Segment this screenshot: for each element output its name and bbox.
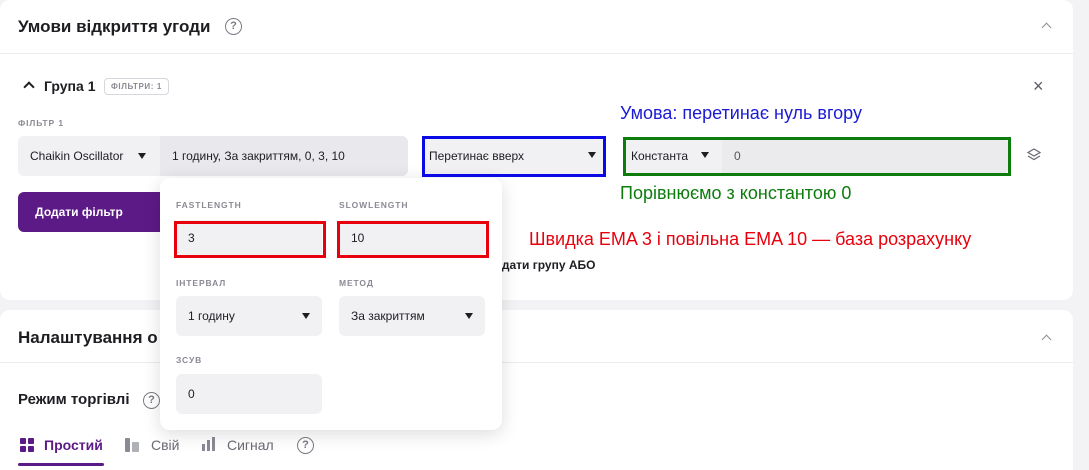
highlight-box-constant [623, 137, 1011, 176]
group-collapse-chevron-icon[interactable] [23, 81, 35, 93]
indicator-select[interactable]: Chaikin Oscillator [18, 136, 160, 176]
tab-simple[interactable]: Простий [44, 437, 103, 453]
shift-label: ЗСУВ [176, 355, 203, 365]
help-icon[interactable]: ? [225, 18, 242, 35]
signal-bars-icon [202, 437, 215, 451]
indicator-params-field[interactable]: 1 годину, За закриттям, 0, 3, 10 [160, 136, 408, 176]
help-icon[interactable]: ? [143, 392, 160, 409]
annotation-ema: Швидка EMA 3 і повільна EMA 10 — база ро… [529, 229, 972, 249]
annotation-constant: Порівнюємо з константою 0 [620, 183, 852, 203]
interval-label: ІНТЕРВАЛ [176, 278, 227, 288]
annotation-condition: Умова: перетинає нуль вгору [620, 103, 862, 123]
section-title-entry-conditions: Умови відкриття угоди [18, 17, 211, 36]
tab-custom[interactable]: Свій [151, 437, 179, 453]
method-select[interactable]: За закриттям [339, 296, 485, 336]
method-value: За закриттям [351, 309, 425, 323]
group-title: Група 1 [44, 78, 96, 94]
help-icon[interactable]: ? [297, 437, 314, 454]
custom-mode-icon [125, 438, 139, 452]
grid-icon [20, 438, 34, 452]
dropdown-arrow-icon [465, 313, 473, 319]
active-tab-indicator [18, 463, 104, 466]
filters-count-badge: ФІЛЬТРИ: 1 [104, 78, 169, 95]
dropdown-arrow-icon [302, 313, 310, 319]
indicator-value: Chaikin Oscillator [30, 149, 124, 163]
interval-value: 1 годину [188, 309, 235, 323]
params-summary: 1 годину, За закриттям, 0, 3, 10 [172, 149, 345, 163]
collapse-chevron-icon[interactable] [1041, 22, 1052, 33]
shift-input[interactable]: 0 [176, 374, 322, 414]
fastlength-label: FASTLENGTH [176, 200, 242, 210]
tab-signal[interactable]: Сигнал [227, 437, 274, 453]
highlight-box-fastlength [174, 221, 326, 258]
close-group-icon[interactable]: × [1033, 77, 1044, 95]
highlight-box-slowlength [337, 221, 489, 258]
dropdown-arrow-icon [138, 153, 146, 159]
add-filter-extra-button[interactable] [140, 192, 162, 232]
filter-label: ФІЛЬТР 1 [18, 118, 64, 128]
shift-value: 0 [188, 387, 195, 401]
layers-icon[interactable] [1027, 148, 1041, 162]
add-filter-button[interactable]: Додати фільтр [18, 192, 140, 232]
slowlength-label: SLOWLENGTH [339, 200, 409, 210]
trading-mode-title: Режим торгівлі [18, 391, 130, 408]
collapse-chevron-icon[interactable] [1041, 334, 1052, 345]
indicator-params-popup: FASTLENGTH 3 SLOWLENGTH 10 ІНТЕРВАЛ 1 го… [160, 178, 502, 430]
interval-select[interactable]: 1 годину [176, 296, 322, 336]
highlight-box-condition [422, 136, 606, 177]
section-title-settings: Налаштування о [18, 328, 158, 347]
add-or-group-button[interactable]: Додати групу АБО [486, 258, 595, 272]
method-label: МЕТОД [339, 278, 374, 288]
divider [0, 53, 1073, 54]
